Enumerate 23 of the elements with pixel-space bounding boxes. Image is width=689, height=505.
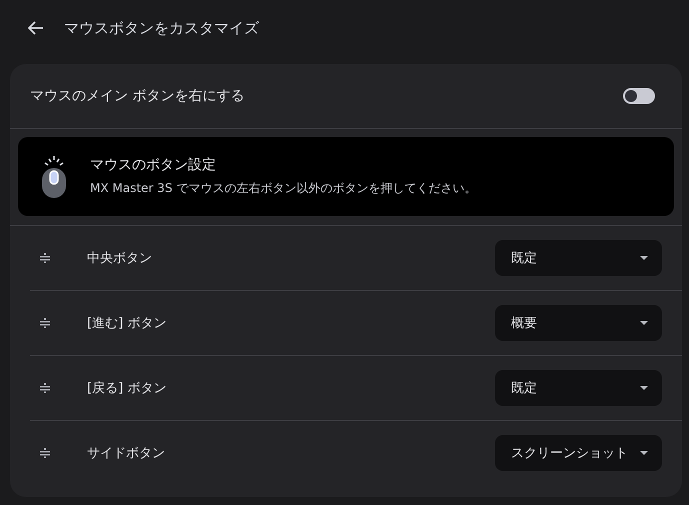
drag-handle-icon[interactable] — [40, 448, 50, 458]
action-dropdown[interactable]: スクリーンショット — [495, 435, 662, 471]
drag-handle-icon[interactable] — [40, 383, 50, 393]
action-dropdown[interactable]: 概要 — [495, 305, 662, 341]
drag-handle-icon[interactable] — [40, 318, 50, 328]
banner-title: マウスのボタン設定 — [90, 156, 217, 174]
drag-handle-icon[interactable] — [40, 253, 50, 263]
setting-label: マウスのメイン ボタンを右にする — [30, 87, 244, 105]
page-title: マウスボタンをカスタマイズ — [64, 18, 259, 38]
button-label: サイドボタン — [87, 445, 166, 462]
action-dropdown[interactable]: 既定 — [495, 240, 662, 276]
caret-icon — [640, 386, 648, 390]
button-label: [戻る] ボタン — [87, 380, 168, 397]
toggle-switch[interactable] — [623, 88, 655, 104]
caret-icon — [640, 321, 648, 325]
caret-icon — [640, 256, 648, 260]
banner-description: MX Master 3S でマウスの左右ボタン以外のボタンを押してください。 — [90, 180, 476, 197]
mouse-icon — [40, 154, 68, 198]
action-dropdown[interactable]: 既定 — [495, 370, 662, 406]
caret-icon — [640, 451, 648, 455]
button-label: [進む] ボタン — [87, 315, 168, 332]
back-arrow-icon[interactable] — [28, 21, 44, 35]
button-label: 中央ボタン — [87, 250, 153, 267]
